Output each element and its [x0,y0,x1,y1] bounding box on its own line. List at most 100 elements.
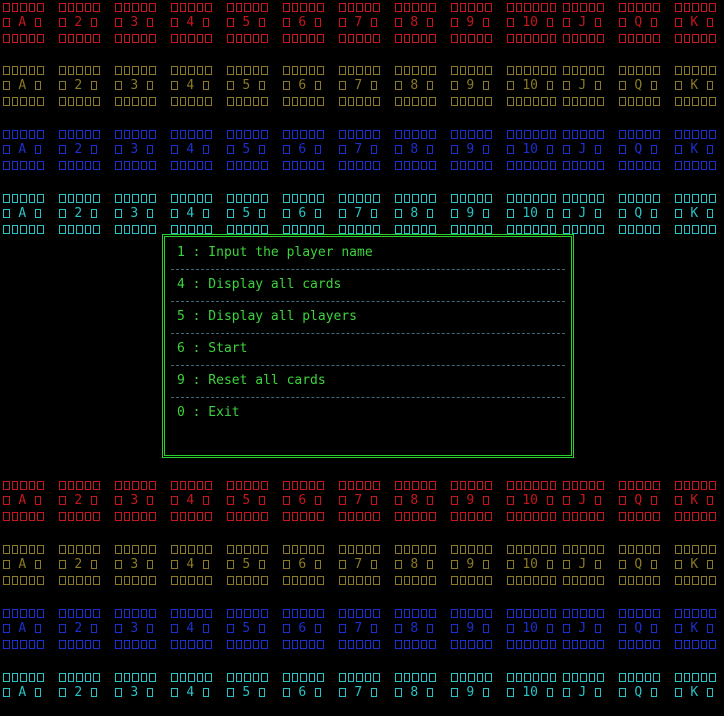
card-border-top [674,127,716,142]
card-edge-glyph [412,481,419,490]
card-rank-label: 5 [234,206,258,222]
card-edge-glyph [76,545,83,554]
card-face: 5 [226,15,266,30]
card-edge-glyph [532,545,539,554]
card-edge-glyph [244,609,251,618]
card-edge-glyph [171,688,178,698]
card-edge-glyph [364,481,371,490]
card-edge-glyph [532,130,539,139]
card-face: 4 [170,621,210,636]
card-edge-glyph [339,81,346,91]
card-border-bottom [170,94,212,109]
card-edge-glyph [339,511,346,521]
card-rank-label: K [682,15,706,31]
card-edge-glyph [235,3,242,12]
card-rank-label: Q [626,206,650,222]
playing-card: 4 [170,542,212,588]
card-rank-label: 10 [514,206,546,222]
card-edge-glyph [650,145,658,155]
card-edge-glyph [524,673,531,682]
card-edge-glyph [179,609,186,618]
card-edge-glyph [59,673,66,682]
card-edge-glyph [507,560,514,570]
card-edge-glyph [403,673,410,682]
playing-card: A [2,127,44,173]
card-face: 7 [338,621,378,636]
card-edge-glyph [395,688,402,698]
card-edge-glyph [188,545,195,554]
menu-item-display-all-cards[interactable]: 4 : Display all cards [177,269,565,301]
card-edge-glyph [546,496,554,506]
card-edge-glyph [123,673,130,682]
card-face: 6 [282,206,322,221]
card-edge-glyph [261,33,268,43]
menu-item-input-player-name[interactable]: 1 : Input the player name [177,237,565,269]
card-edge-glyph [132,33,139,43]
card-edge-glyph [580,96,587,106]
card-edge-glyph [11,130,18,139]
card-edge-glyph [627,511,634,521]
card-rank-label: 9 [458,78,482,94]
card-edge-glyph [546,145,554,155]
card-edge-glyph [171,560,178,570]
playing-card: Q [618,0,660,46]
card-rank-label: 3 [122,557,146,573]
card-edge-glyph [339,96,346,106]
playing-card: K [674,63,716,109]
playing-card: 5 [226,606,268,652]
menu-item-display-all-players[interactable]: 5 : Display all players [177,301,565,333]
card-edge-glyph [594,81,602,91]
card-edge-glyph [563,209,570,219]
card-edge-glyph [149,481,156,490]
card-edge-glyph [588,224,595,234]
card-rank-label: 2 [66,493,90,509]
card-border-top [2,478,44,493]
card-edge-glyph [627,66,634,75]
card-edge-glyph [283,81,290,91]
card-edge-glyph [356,194,363,203]
card-edge-glyph [171,209,178,219]
card-rank-label: 3 [122,493,146,509]
menu-item-reset-all-cards[interactable]: 9 : Reset all cards [177,365,565,397]
card-edge-glyph [261,3,268,12]
card-row-cyan: A 2 3 4 5 6 7 8 9 10 J Q K [2,670,724,716]
card-border-top [170,670,212,685]
card-face: 6 [282,493,322,508]
card-edge-glyph [3,496,10,506]
card-edge-glyph [90,496,98,506]
card-edge-glyph [653,3,660,12]
card-edge-glyph [370,81,378,91]
card-edge-glyph [644,511,651,521]
card-edge-glyph [202,496,210,506]
card-edge-glyph [580,224,587,234]
card-rank-label: Q [626,493,650,509]
card-edge-glyph [90,81,98,91]
card-edge-glyph [541,575,548,585]
playing-card: 4 [170,191,212,237]
card-face: K [674,15,714,30]
card-border-top [674,191,716,206]
card-border-top [562,478,604,493]
console-window: { "ranks": ["A", "2", "3", "4", "5", "6"… [0,0,724,703]
card-rank-label: 9 [458,557,482,573]
card-edge-glyph [482,560,490,570]
card-face: J [562,15,602,30]
menu-item-start[interactable]: 6 : Start [177,333,565,365]
card-edge-glyph [76,609,83,618]
card-border-bottom [114,573,156,588]
card-edge-glyph [476,673,483,682]
card-border-top [58,606,100,621]
playing-card: K [674,191,716,237]
card-edge-glyph [482,18,490,28]
card-face: 7 [338,78,378,93]
card-border-bottom [282,573,324,588]
card-face: Q [618,142,658,157]
card-edge-glyph [115,194,122,203]
menu-item-exit[interactable]: 0 : Exit [177,397,565,429]
card-edge-glyph [252,673,259,682]
card-edge-glyph [588,481,595,490]
card-rank-label: K [682,621,706,637]
card-edge-glyph [11,639,18,649]
card-border-bottom [58,637,100,652]
card-face: 8 [394,493,434,508]
